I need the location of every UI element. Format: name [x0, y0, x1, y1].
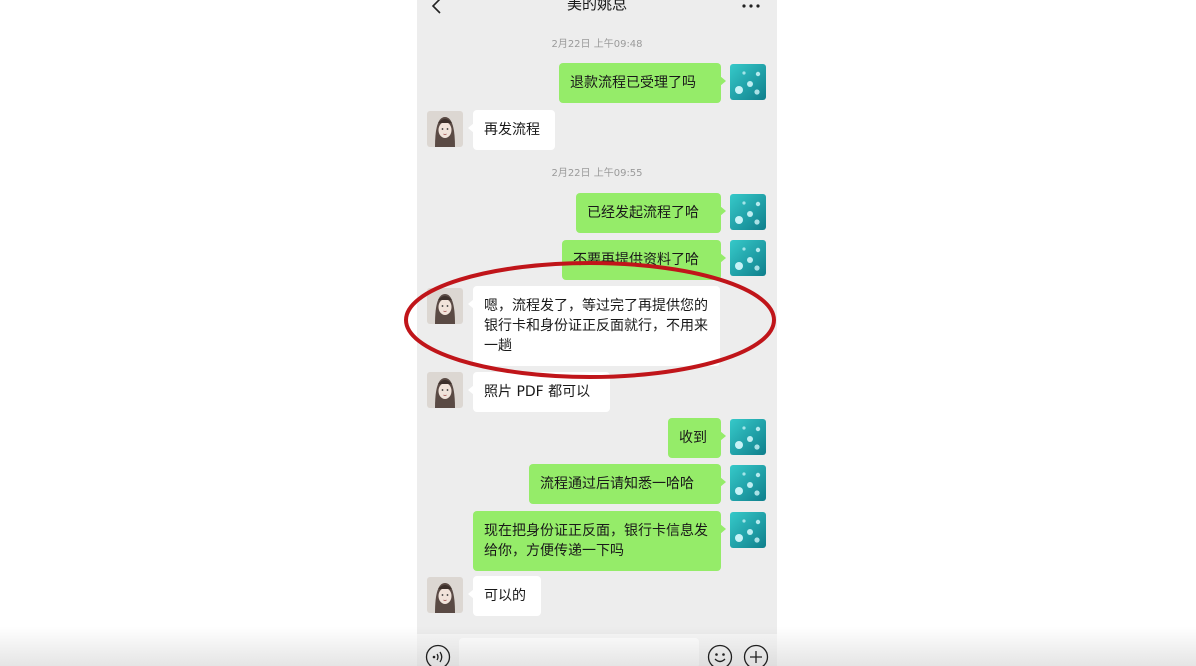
incoming-message[interactable]: 嗯，流程发了，等过完了再提供您的银行卡和身份证正反面就行，不用来一趟 [468, 286, 720, 366]
avatar-self[interactable] [730, 194, 766, 230]
avatar-self[interactable] [730, 419, 766, 455]
chat-title: 美的姚总 [566, 0, 627, 13]
outgoing-message[interactable]: 现在把身份证正反面，银行卡信息发给你，方便传递一下吗 [473, 511, 726, 571]
incoming-message[interactable]: 照片 PDF 都可以 [468, 372, 610, 412]
more-dots-icon[interactable] [739, 0, 763, 16]
avatar-self[interactable] [730, 64, 766, 100]
emoji-icon[interactable] [707, 644, 733, 666]
outgoing-message[interactable]: 流程通过后请知悉一哈哈 [529, 464, 726, 504]
avatar-contact[interactable] [427, 372, 463, 408]
incoming-message[interactable]: 可以的 [468, 576, 541, 616]
outgoing-message[interactable]: 收到 [668, 418, 726, 458]
avatar-self[interactable] [730, 512, 766, 548]
message-input[interactable] [459, 638, 699, 666]
incoming-message[interactable]: 再发流程 [468, 110, 555, 150]
avatar-contact[interactable] [427, 577, 463, 613]
voice-icon[interactable] [425, 644, 451, 666]
avatar-self[interactable] [730, 240, 766, 276]
chat-header: 美的姚总 [417, 0, 777, 18]
message-timestamp: 2月22日 上午09:48 [551, 39, 643, 50]
chat-window: 美的姚总 2月22日 上午09:48 退款流程已受理了吗 再发流程 2月22日 … [417, 0, 777, 666]
plus-icon[interactable] [743, 644, 769, 666]
chat-input-bar [417, 634, 777, 666]
avatar-contact[interactable] [427, 111, 463, 147]
outgoing-message[interactable]: 退款流程已受理了吗 [559, 63, 726, 103]
message-timestamp: 2月22日 上午09:55 [551, 168, 643, 179]
outgoing-message[interactable]: 不要再提供资料了哈 [562, 240, 726, 280]
avatar-contact[interactable] [427, 288, 463, 324]
outgoing-message[interactable]: 已经发起流程了哈 [576, 193, 726, 233]
avatar-self[interactable] [730, 465, 766, 501]
